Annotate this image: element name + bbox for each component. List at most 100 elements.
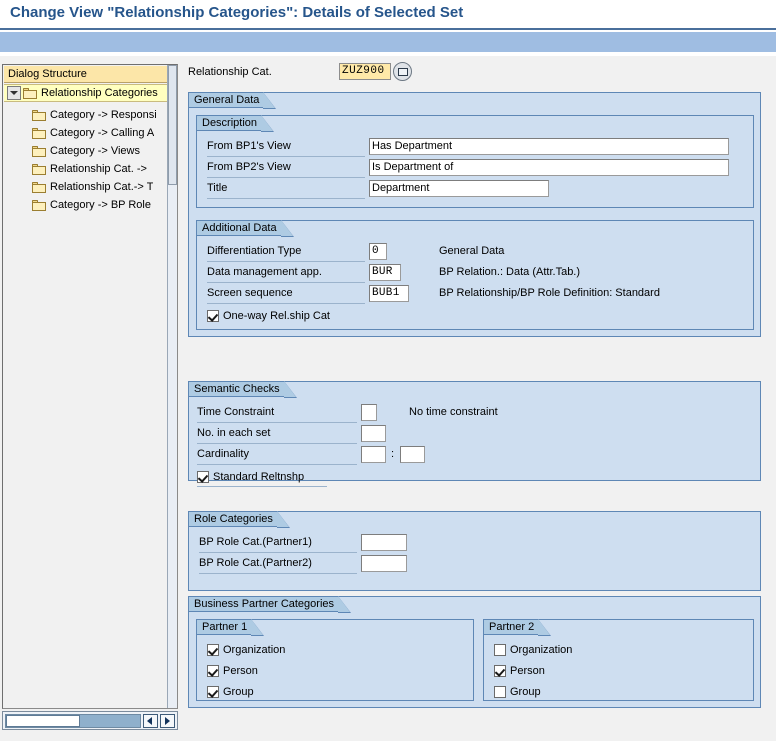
bp-role-cat-partner1-row: BP Role Cat.(Partner1): [199, 534, 739, 553]
tree-vertical-scrollbar[interactable]: [167, 65, 177, 708]
arrow-left-icon[interactable]: [143, 714, 158, 728]
expanded-triangle-icon[interactable]: [7, 86, 21, 100]
screen-sequence-row: Screen sequence BUB1 BP Relationship/BP …: [207, 285, 737, 304]
screen-sequence-input[interactable]: BUB1: [369, 285, 409, 302]
partner2-organization-label: Organization: [510, 643, 573, 656]
partner2-organization-checkbox[interactable]: [494, 643, 506, 656]
cardinality-row: Cardinality :: [197, 446, 737, 465]
title-input[interactable]: Department: [369, 180, 549, 197]
no-in-each-set-input[interactable]: [361, 425, 386, 442]
tree-item-category-responsibilities[interactable]: Category -> Responsi: [4, 106, 168, 124]
general-data-group-title: General Data: [188, 92, 277, 109]
relationship-cat-field-row: Relationship Cat. ZUZ900: [188, 62, 748, 83]
tree-item-category-views[interactable]: Category -> Views: [4, 142, 168, 160]
field-underline: [199, 573, 357, 574]
value-help-icon[interactable]: [393, 62, 412, 81]
partner1-organization-row[interactable]: Organization: [207, 641, 285, 658]
standard-reltnshp-checkbox[interactable]: [197, 470, 209, 483]
description-group-title: Description: [196, 115, 275, 132]
cardinality-label: Cardinality: [197, 448, 249, 460]
partner2-person-checkbox[interactable]: [494, 664, 506, 677]
field-underline: [207, 282, 365, 283]
partner2-person-row[interactable]: Person: [494, 662, 545, 679]
from-bp2-view-row: From BP2's View Is Department of: [207, 159, 737, 178]
folder-icon: [32, 145, 47, 157]
relationship-cat-label: Relationship Cat.: [188, 66, 272, 78]
tree-item-category-calling-app[interactable]: Category -> Calling A: [4, 124, 168, 142]
field-underline: [199, 552, 357, 553]
partner1-group-row[interactable]: Group: [207, 683, 254, 700]
tree-item-category-bp-role[interactable]: Category -> BP Role: [4, 196, 168, 214]
cardinality-input-1[interactable]: [361, 446, 386, 463]
relationship-cat-input[interactable]: ZUZ900: [339, 63, 391, 80]
partner1-organization-label: Organization: [223, 643, 286, 656]
work-area: Dialog Structure Relationship Categories…: [0, 56, 776, 741]
semantic-checks-group-title: Semantic Checks: [188, 381, 297, 398]
differentiation-type-input[interactable]: 0: [369, 243, 387, 260]
differentiation-type-row: Differentiation Type 0 General Data: [207, 243, 737, 262]
field-underline: [207, 177, 365, 178]
from-bp1-view-label: From BP1's View: [207, 140, 291, 152]
from-bp1-view-input[interactable]: Has Department: [369, 138, 729, 155]
folder-icon: [32, 163, 47, 175]
field-underline: [207, 198, 365, 199]
partner1-person-checkbox[interactable]: [207, 664, 219, 677]
tree-item-label: Relationship Cat.-> T: [50, 181, 154, 193]
partner1-person-row[interactable]: Person: [207, 662, 258, 679]
group-title-slant: [338, 596, 351, 612]
time-constraint-input[interactable]: [361, 404, 377, 421]
one-way-relship-cat-checkbox[interactable]: [207, 309, 219, 322]
partner1-group: Partner 1 Organization Person Group: [196, 619, 474, 701]
partner1-group-checkbox[interactable]: [207, 685, 219, 698]
folder-icon: [32, 109, 47, 121]
field-underline: [197, 422, 357, 423]
arrow-right-icon[interactable]: [160, 714, 175, 728]
tree-horizontal-scrollbar[interactable]: [2, 711, 178, 730]
standard-reltnshp-label: Standard Reltnshp: [213, 470, 305, 483]
partner2-organization-row[interactable]: Organization: [494, 641, 572, 658]
partner2-group-label: Group: [510, 685, 541, 698]
tree-item-label: Category -> BP Role: [50, 199, 151, 211]
one-way-relship-cat-checkbox-row[interactable]: One-way Rel.ship Cat: [207, 307, 330, 324]
dialog-structure-tree: Dialog Structure Relationship Categories…: [4, 66, 168, 707]
field-underline: [207, 303, 365, 304]
window-title-bar: Change View "Relationship Categories": D…: [0, 0, 776, 30]
partner2-group-checkbox[interactable]: [494, 685, 506, 698]
tree-vertical-scrollbar-thumb[interactable]: [168, 65, 177, 185]
from-bp1-view-row: From BP1's View Has Department: [207, 138, 737, 157]
business-partner-categories-group-title: Business Partner Categories: [188, 596, 352, 613]
no-in-each-set-row: No. in each set: [197, 425, 737, 444]
group-title-slant: [276, 511, 289, 527]
general-data-group: General Data Description From BP1's View…: [188, 92, 761, 337]
partner1-group-label: Group: [223, 685, 254, 698]
from-bp2-view-label: From BP2's View: [207, 161, 291, 173]
scrollbar-thumb[interactable]: [6, 715, 80, 727]
data-management-app-row: Data management app. BUR BP Relation.: D…: [207, 264, 737, 283]
tree-item-relationship-categories[interactable]: Relationship Categories: [4, 84, 168, 102]
tree-item-label: Category -> Views: [50, 145, 140, 157]
cardinality-input-2[interactable]: [400, 446, 425, 463]
bp-role-cat-partner2-input[interactable]: [361, 555, 407, 572]
from-bp2-view-input[interactable]: Is Department of: [369, 159, 729, 176]
field-underline: [207, 261, 365, 262]
data-management-app-input[interactable]: BUR: [369, 264, 401, 281]
tree-item-label: Relationship Cat. ->: [50, 163, 147, 175]
title-label: Title: [207, 182, 228, 194]
scrollbar-track[interactable]: [5, 714, 141, 728]
partner2-group-row[interactable]: Group: [494, 683, 541, 700]
tree-item-relationship-cat-2[interactable]: Relationship Cat.-> T: [4, 178, 168, 196]
standard-reltnshp-checkbox-row[interactable]: Standard Reltnshp: [197, 468, 327, 487]
field-underline: [197, 486, 327, 487]
time-constraint-label: Time Constraint: [197, 406, 275, 418]
group-title-slant: [263, 92, 276, 108]
partner1-person-label: Person: [223, 664, 258, 677]
group-title-slant: [280, 220, 293, 236]
tree-header-label: Dialog Structure: [4, 66, 168, 83]
bp-role-cat-partner1-input[interactable]: [361, 534, 407, 551]
dialog-structure-panel: Dialog Structure Relationship Categories…: [2, 64, 178, 709]
field-underline: [207, 156, 365, 157]
details-content: Relationship Cat. ZUZ900 General Data De…: [182, 56, 776, 741]
partner1-organization-checkbox[interactable]: [207, 643, 219, 656]
tree-item-relationship-cat-1[interactable]: Relationship Cat. ->: [4, 160, 168, 178]
toolbar-strip: [0, 32, 776, 54]
